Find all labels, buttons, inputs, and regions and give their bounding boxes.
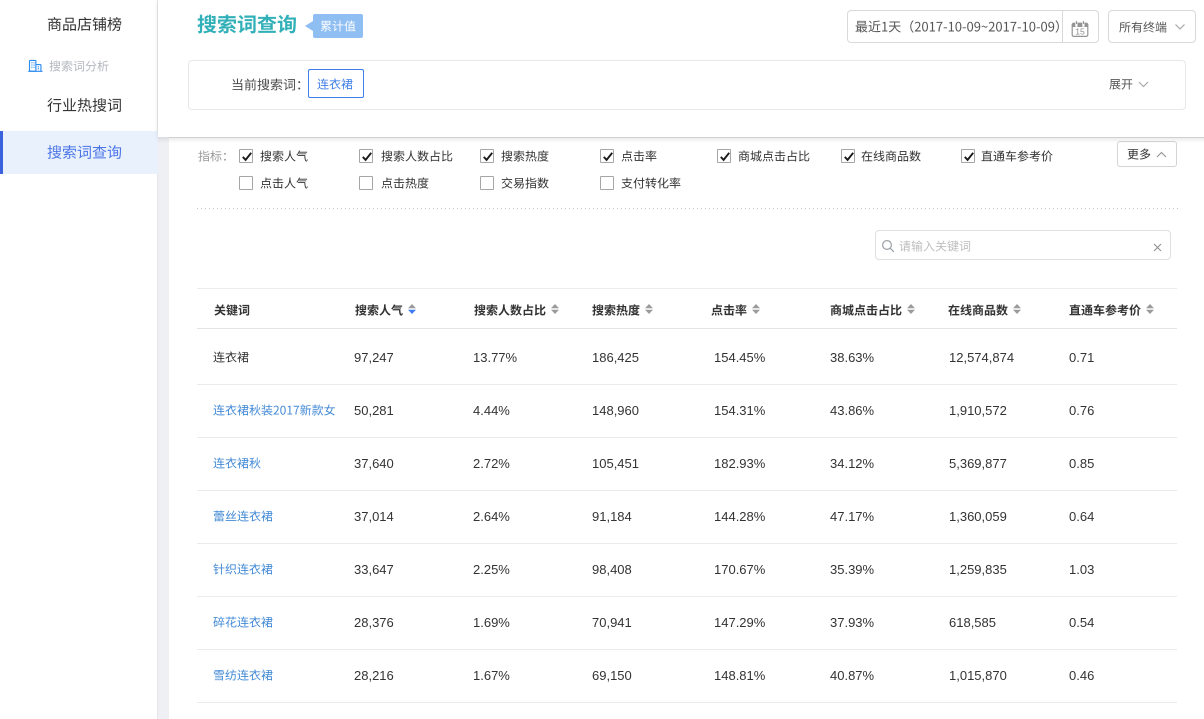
svg-text:15: 15: [1075, 27, 1085, 37]
